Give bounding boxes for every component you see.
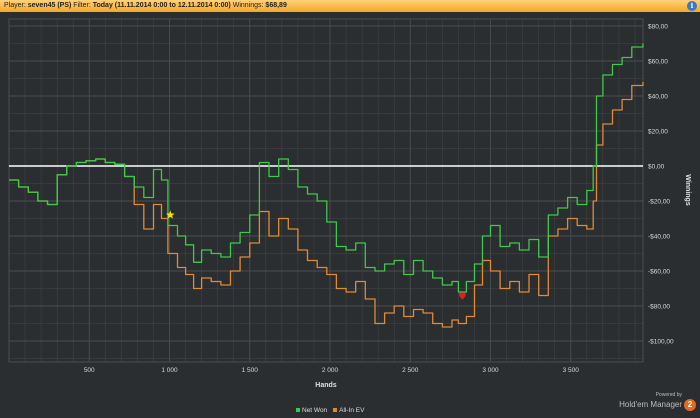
x-tick-label: 1 500	[242, 367, 259, 374]
powered-by-text: Powered by	[655, 392, 682, 398]
y-tick-label: $0,00	[648, 164, 665, 171]
grid	[8, 18, 644, 363]
y-tick-label: -$40,00	[648, 234, 670, 241]
product-name: Hold'em Manager	[619, 400, 682, 409]
x-tick-label: 500	[84, 367, 95, 374]
net-won-swatch	[296, 408, 300, 412]
hm2-logo-icon: 2	[684, 399, 696, 411]
axes: 500 1 000 1 500 2 000 2 500 3 000 3 500 $80,00 $…	[84, 24, 674, 375]
allin-ev-line	[9, 82, 644, 328]
chart-legend: Net Won All-In EV	[296, 404, 370, 416]
y-tick-label: -$100,00	[648, 339, 674, 346]
y-tick-label: $80,00	[648, 24, 668, 31]
allin-ev-swatch	[333, 408, 338, 412]
plot-frame	[8, 18, 644, 363]
legend-label-allin-ev: All-In EV	[339, 406, 365, 414]
brand-logo-area: Powered by Hold'em Manager 2	[616, 392, 696, 416]
heart-marker-icon	[458, 292, 466, 300]
x-tick-label: 2 500	[402, 367, 419, 374]
x-tick-label: 2 000	[322, 367, 339, 374]
y-tick-label: $40,00	[648, 94, 668, 101]
net-won-line	[9, 43, 644, 293]
legend-label-net-won: Net Won	[302, 406, 328, 414]
markers	[166, 210, 466, 300]
y-tick-label: $60,00	[648, 59, 668, 66]
winnings-chart: 500 1 000 1 500 2 000 2 500 3 000 3 500 $80,00 $…	[8, 18, 691, 389]
legend-item-net-won[interactable]: Net Won	[296, 407, 327, 414]
y-tick-label: $20,00	[648, 129, 668, 136]
y-tick-label: -$80,00	[648, 304, 670, 311]
x-tick-label: 3 000	[482, 367, 499, 374]
y-axis-label: Winnings	[684, 174, 691, 206]
x-tick-label: 3 500	[563, 367, 580, 374]
y-tick-label: -$20,00	[648, 199, 670, 206]
series	[9, 43, 644, 328]
x-tick-label: 1 000	[161, 367, 178, 374]
legend-item-allin-ev[interactable]: All-In EV	[333, 407, 364, 414]
y-tick-label: -$60,00	[648, 269, 670, 276]
x-axis-label: Hands	[315, 382, 337, 389]
